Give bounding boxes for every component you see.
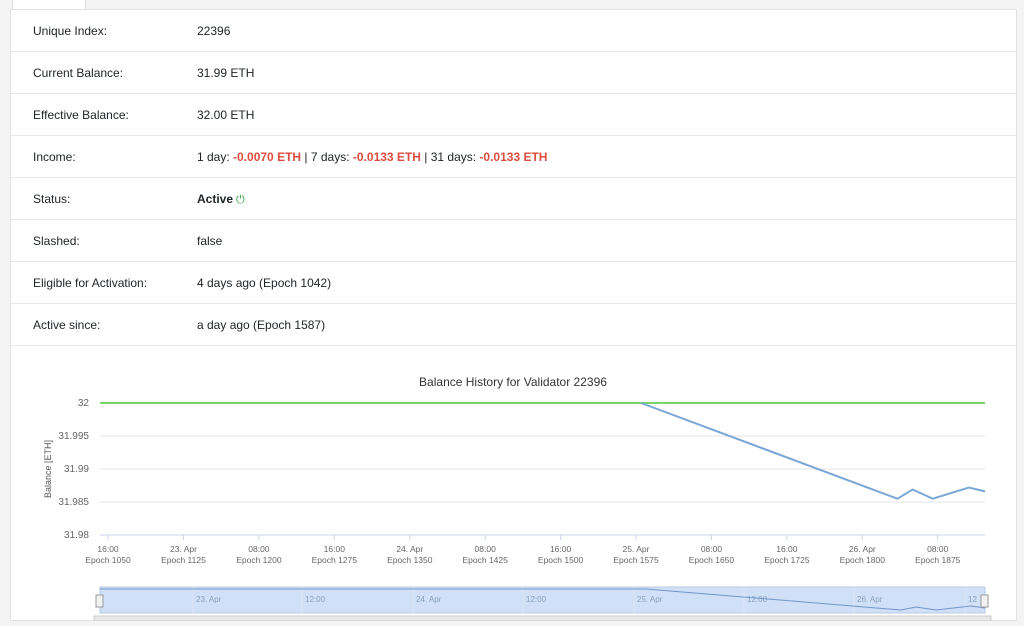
balance-history-chart: Balance History for Validator 22396 Balan… [11, 351, 1016, 622]
value-current-balance: 31.99 ETH [197, 66, 255, 80]
detail-row-slashed: Slashed: false [11, 220, 1016, 262]
y-tick-label: 31.985 [58, 497, 89, 508]
x-tick-epoch: Epoch 1275 [312, 555, 358, 565]
x-tick-label: 08:00 [475, 544, 497, 554]
x-tick-epoch: Epoch 1050 [85, 555, 131, 565]
income-month-label: | 31 days: [420, 150, 480, 164]
navigator-tick-label: 12:00 [747, 595, 768, 604]
x-tick-label: 16:00 [324, 544, 346, 554]
value-eligible: 4 days ago (Epoch 1042) [197, 276, 332, 290]
value-unique-index: 22396 [197, 24, 231, 38]
x-tick-label: 26. Apr [849, 544, 876, 554]
x-tick-epoch: Epoch 1200 [236, 555, 282, 565]
x-tick-label: 16:00 [550, 544, 572, 554]
navigator-tick-label: 23. Apr [196, 595, 222, 604]
y-tick-label: 31.99 [64, 464, 89, 475]
value-slashed: false [197, 234, 223, 248]
x-tick-epoch: Epoch 1800 [840, 555, 886, 565]
label-unique-index: Unique Index: [33, 24, 108, 38]
x-tick-epoch: Epoch 1425 [462, 555, 508, 565]
navigator-tick-label: 24. Apr [416, 595, 442, 604]
value-income: 1 day: -0.0070 ETH | 7 days: -0.0133 ETH… [197, 136, 547, 178]
y-axis-label: Balance [ETH] [43, 440, 53, 498]
detail-row-active-since: Active since: a day ago (Epoch 1587) [11, 304, 1016, 346]
x-tick-epoch: Epoch 1650 [689, 555, 735, 565]
x-tick-epoch: Epoch 1725 [764, 555, 810, 565]
label-slashed: Slashed: [33, 234, 80, 248]
value-status: Active ⏻ [197, 178, 245, 221]
power-icon: ⏻ [236, 194, 245, 206]
x-tick-label: 08:00 [927, 544, 949, 554]
x-tick-label: 08:00 [701, 544, 723, 554]
label-income: Income: [33, 150, 76, 164]
x-tick-label: 24. Apr [396, 544, 423, 554]
y-tick-label: 31.98 [64, 530, 89, 541]
navigator-tick-label: 26. Apr [857, 595, 883, 604]
chart-title: Balance History for Validator 22396 [419, 375, 607, 389]
label-effective-balance: Effective Balance: [33, 108, 129, 122]
x-tick-epoch: Epoch 1350 [387, 555, 433, 565]
navigator-right-handle [980, 594, 989, 608]
status-text: Active [197, 192, 234, 206]
income-week-label: | 7 days: [301, 150, 353, 164]
income-day-label: 1 day: [197, 150, 234, 164]
current-balance-line [640, 402, 986, 500]
detail-row-unique-index: Unique Index: 22396 [11, 10, 1016, 52]
y-tick-label: 32 [78, 398, 90, 409]
chart-svg: Balance History for Validator 22396 Balan… [43, 375, 992, 622]
value-active-since: a day ago (Epoch 1587) [197, 318, 326, 332]
label-current-balance: Current Balance: [33, 66, 124, 80]
x-tick-label: 25. Apr [623, 544, 650, 554]
x-tick-epoch: Epoch 1125 [161, 555, 206, 565]
x-tick-epoch: Epoch 1875 [915, 555, 961, 565]
x-tick-label: 16:00 [776, 544, 798, 554]
income-month-value: -0.0133 ETH [479, 150, 548, 164]
navigator-tick-label: 12:00 [305, 595, 326, 604]
label-status: Status: [33, 192, 71, 206]
label-eligible: Eligible for Activation: [33, 276, 148, 290]
label-active-since: Active since: [33, 318, 101, 332]
income-week-value: -0.0133 ETH [352, 150, 421, 164]
detail-row-current-balance: Current Balance: 31.99 ETH [11, 52, 1016, 94]
detail-row-eligible: Eligible for Activation: 4 days ago (Epo… [11, 262, 1016, 304]
validator-details-panel: Unique Index: 22396 Current Balance: 31.… [10, 9, 1017, 622]
y-tick-label: 31.995 [58, 431, 89, 442]
detail-row-effective-balance: Effective Balance: 32.00 ETH [11, 94, 1016, 136]
detail-row-income: Income: 1 day: -0.0070 ETH | 7 days: -0.… [11, 136, 1016, 178]
navigator-scrollbar [93, 615, 992, 622]
navigator-tick-label: 12:00 [526, 595, 547, 604]
income-day-value: -0.0070 ETH [233, 150, 302, 164]
navigator-left-handle [95, 594, 104, 608]
x-tick-label: 23. Apr [170, 544, 197, 554]
value-effective-balance: 32.00 ETH [197, 108, 255, 122]
x-tick-epoch: Epoch 1500 [538, 555, 584, 565]
navigator-tick-label: 12 [968, 595, 977, 604]
detail-row-status: Status: Active ⏻ [11, 178, 1016, 220]
x-tick-epoch: Epoch 1575 [613, 555, 659, 565]
navigator-tick-label: 25. Apr [637, 595, 663, 604]
x-tick-label: 16:00 [97, 544, 119, 554]
x-tick-label: 08:00 [248, 544, 270, 554]
